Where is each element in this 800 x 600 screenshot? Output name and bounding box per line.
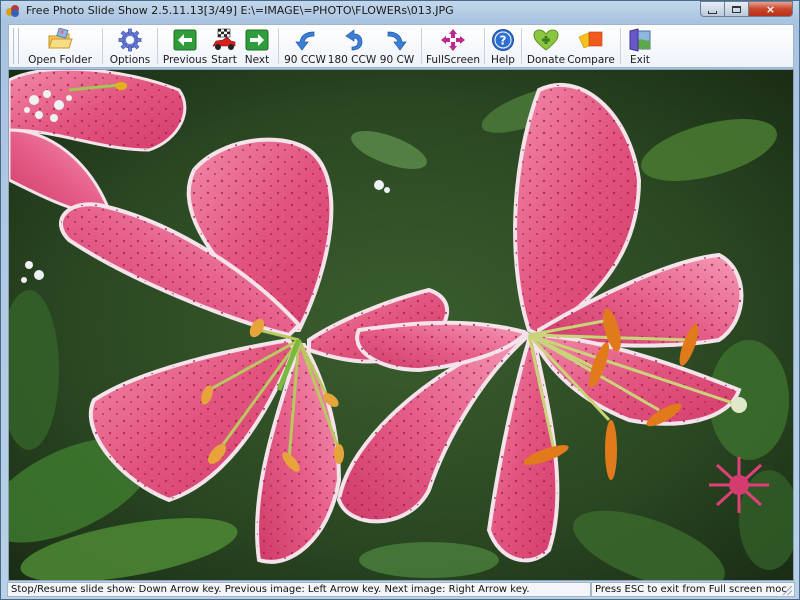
app-window: Free Photo Slide Show 2.5.11.13[3/49] E:… (0, 0, 800, 600)
app-logo-icon (6, 4, 20, 17)
maximize-button[interactable] (725, 1, 749, 17)
rotate-180ccw-button[interactable]: 180 CCW (327, 25, 377, 67)
rotate-ccw-icon (292, 28, 318, 52)
gear-icon (117, 28, 143, 52)
arrow-right-icon (244, 28, 270, 52)
rotate-90cw-button[interactable]: 90 CW (377, 25, 417, 67)
fullscreen-button[interactable]: FullScreen (426, 25, 480, 67)
toolbar-grip[interactable] (13, 28, 19, 64)
options-button[interactable]: Options (107, 25, 153, 67)
exit-label: Exit (630, 54, 650, 66)
fullscreen-arrows-icon (440, 28, 466, 52)
window-title: Free Photo Slide Show 2.5.11.13[3/49] E:… (26, 4, 454, 17)
toolbar-separator (521, 28, 522, 64)
open-folder-label: Open Folder (28, 54, 92, 66)
close-icon: × (765, 2, 776, 16)
maximize-icon (732, 5, 741, 13)
svg-text:?: ? (500, 34, 507, 48)
rotate-180-icon (339, 28, 365, 52)
rotate-180ccw-label: 180 CCW (327, 54, 377, 66)
heart-plus-icon (533, 28, 559, 52)
toolbar-separator (484, 28, 485, 64)
compare-button[interactable]: Compare (566, 25, 616, 67)
toolbar-separator (421, 28, 422, 64)
status-bar: Stop/Resume slide show: Down Arrow key. … (7, 582, 795, 598)
compare-cards-icon (578, 28, 604, 52)
start-label: Start (211, 54, 237, 66)
toolbar-separator (157, 28, 158, 64)
photo-viewer[interactable] (8, 69, 794, 581)
next-label: Next (244, 54, 270, 66)
rotate-90ccw-button[interactable]: 90 CCW (283, 25, 327, 67)
resize-grip-icon[interactable] (783, 586, 792, 595)
minimize-icon (708, 10, 717, 14)
donate-button[interactable]: Donate (526, 25, 566, 67)
fullscreen-label: FullScreen (425, 54, 481, 66)
close-button[interactable]: × (749, 1, 793, 17)
race-car-icon (211, 28, 237, 52)
previous-label: Previous (162, 54, 208, 66)
donate-label: Donate (526, 54, 566, 66)
exit-door-icon (627, 28, 653, 52)
next-button[interactable]: Next (240, 25, 274, 67)
rotate-cw-icon (384, 28, 410, 52)
title-bar[interactable]: Free Photo Slide Show 2.5.11.13[3/49] E:… (1, 1, 799, 20)
options-label: Options (109, 54, 151, 66)
help-label: Help (491, 54, 515, 66)
status-fullscreen-text: Press ESC to exit from Full screen moc (595, 584, 787, 595)
toolbar-separator (620, 28, 621, 64)
lily-photo (9, 70, 793, 580)
toolbar-separator (278, 28, 279, 64)
status-fullscreen-hint: Press ESC to exit from Full screen moc (591, 582, 795, 597)
help-icon: ? (490, 28, 516, 52)
window-controls: × (700, 1, 793, 17)
exit-button[interactable]: Exit (625, 25, 655, 67)
rotate-90cw-label: 90 CW (379, 54, 415, 66)
rotate-90ccw-label: 90 CCW (284, 54, 326, 66)
minimize-button[interactable] (700, 1, 725, 17)
toolbar-separator (102, 28, 103, 64)
open-folder-icon (47, 28, 73, 52)
previous-button[interactable]: Previous (162, 25, 208, 67)
toolbar: Open Folder Options Previous Start Next … (8, 24, 794, 68)
arrow-left-icon (172, 28, 198, 52)
compare-label: Compare (567, 54, 615, 66)
start-button[interactable]: Start (208, 25, 240, 67)
status-hint: Stop/Resume slide show: Down Arrow key. … (7, 582, 591, 597)
help-button[interactable]: ? Help (489, 25, 517, 67)
open-folder-button[interactable]: Open Folder (22, 25, 98, 67)
